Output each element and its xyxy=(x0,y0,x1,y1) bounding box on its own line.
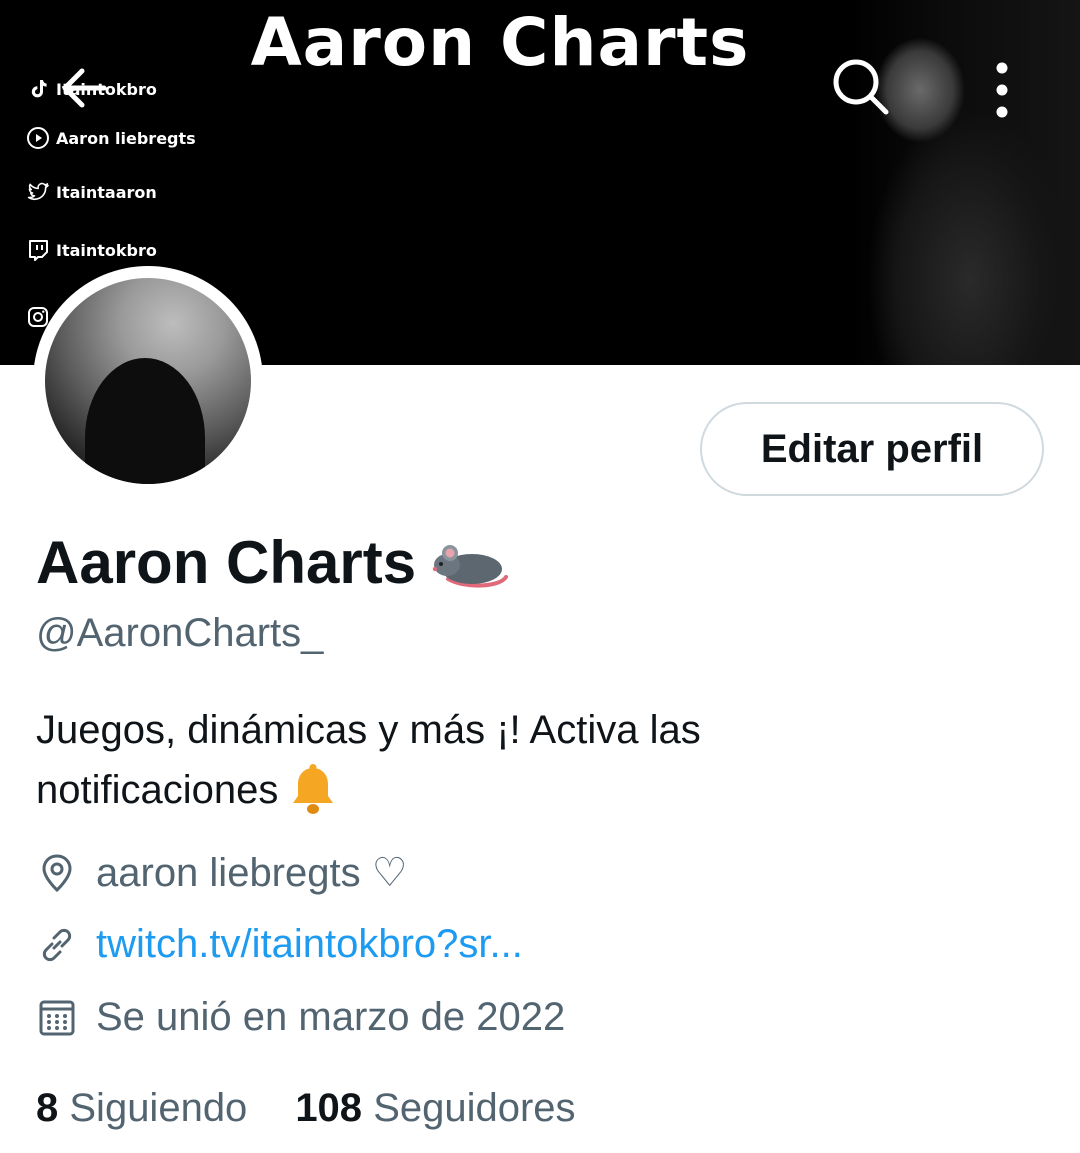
social-label: Itaintaaron xyxy=(56,182,157,202)
website-link[interactable]: twitch.tv/itaintokbro?sr... xyxy=(96,922,523,967)
banner-social-twitch: Itaintokbro xyxy=(26,238,157,262)
profile-joined: Se unió en marzo de 2022 xyxy=(36,995,565,1040)
profile-stats: 8 Siguiendo 108 Seguidores xyxy=(36,1086,576,1131)
search-button[interactable] xyxy=(830,56,890,116)
following-stat[interactable]: 8 Siguiendo xyxy=(36,1086,247,1131)
edit-profile-button[interactable]: Editar perfil xyxy=(700,402,1044,496)
banner-social-youtube: Aaron liebregts xyxy=(26,126,196,150)
joined-text: Se unió en marzo de 2022 xyxy=(96,995,566,1039)
link-icon xyxy=(42,928,72,961)
profile-avatar[interactable] xyxy=(33,266,263,496)
location-text: aaron liebregts ♡ xyxy=(96,851,408,895)
more-vertical-icon xyxy=(996,62,1008,118)
bio-line: notificaciones xyxy=(36,760,836,820)
calendar-icon xyxy=(39,1000,75,1035)
profile-location: aaron liebregts ♡ xyxy=(36,850,408,896)
social-label: Itaintokbro xyxy=(56,240,157,260)
followers-count: 108 xyxy=(295,1086,363,1130)
bell-emoji xyxy=(293,764,334,814)
twitch-icon xyxy=(29,240,48,261)
profile-website: twitch.tv/itaintokbro?sr... xyxy=(36,922,523,967)
profile-handle: @AaronCharts_ xyxy=(36,611,324,655)
youtube-icon xyxy=(27,127,49,149)
followers-label: Seguidores xyxy=(373,1086,576,1130)
tiktok-icon xyxy=(31,80,47,98)
following-label: Siguiendo xyxy=(69,1086,248,1130)
avatar-photo xyxy=(45,278,251,484)
banner-social-twitter: Itaintaaron xyxy=(26,180,157,204)
search-icon xyxy=(833,59,889,115)
location-pin-icon xyxy=(42,854,72,893)
display-name-row: Aaron Charts xyxy=(36,528,514,597)
profile-bio: Juegos, dinámicas y más ¡! Activa las no… xyxy=(36,700,836,820)
bio-line: Juegos, dinámicas y más ¡! Activa las xyxy=(36,708,701,752)
back-arrow-icon xyxy=(62,68,107,108)
social-label: Aaron liebregts xyxy=(56,128,196,148)
following-count: 8 xyxy=(36,1086,59,1130)
more-options-button[interactable] xyxy=(972,60,1032,120)
display-name: Aaron Charts xyxy=(36,529,417,596)
bio-text: notificaciones xyxy=(36,768,279,812)
rat-emoji xyxy=(432,544,509,588)
followers-stat[interactable]: 108 Seguidores xyxy=(295,1086,575,1131)
twitter-icon xyxy=(27,182,49,201)
back-button[interactable] xyxy=(54,58,114,118)
